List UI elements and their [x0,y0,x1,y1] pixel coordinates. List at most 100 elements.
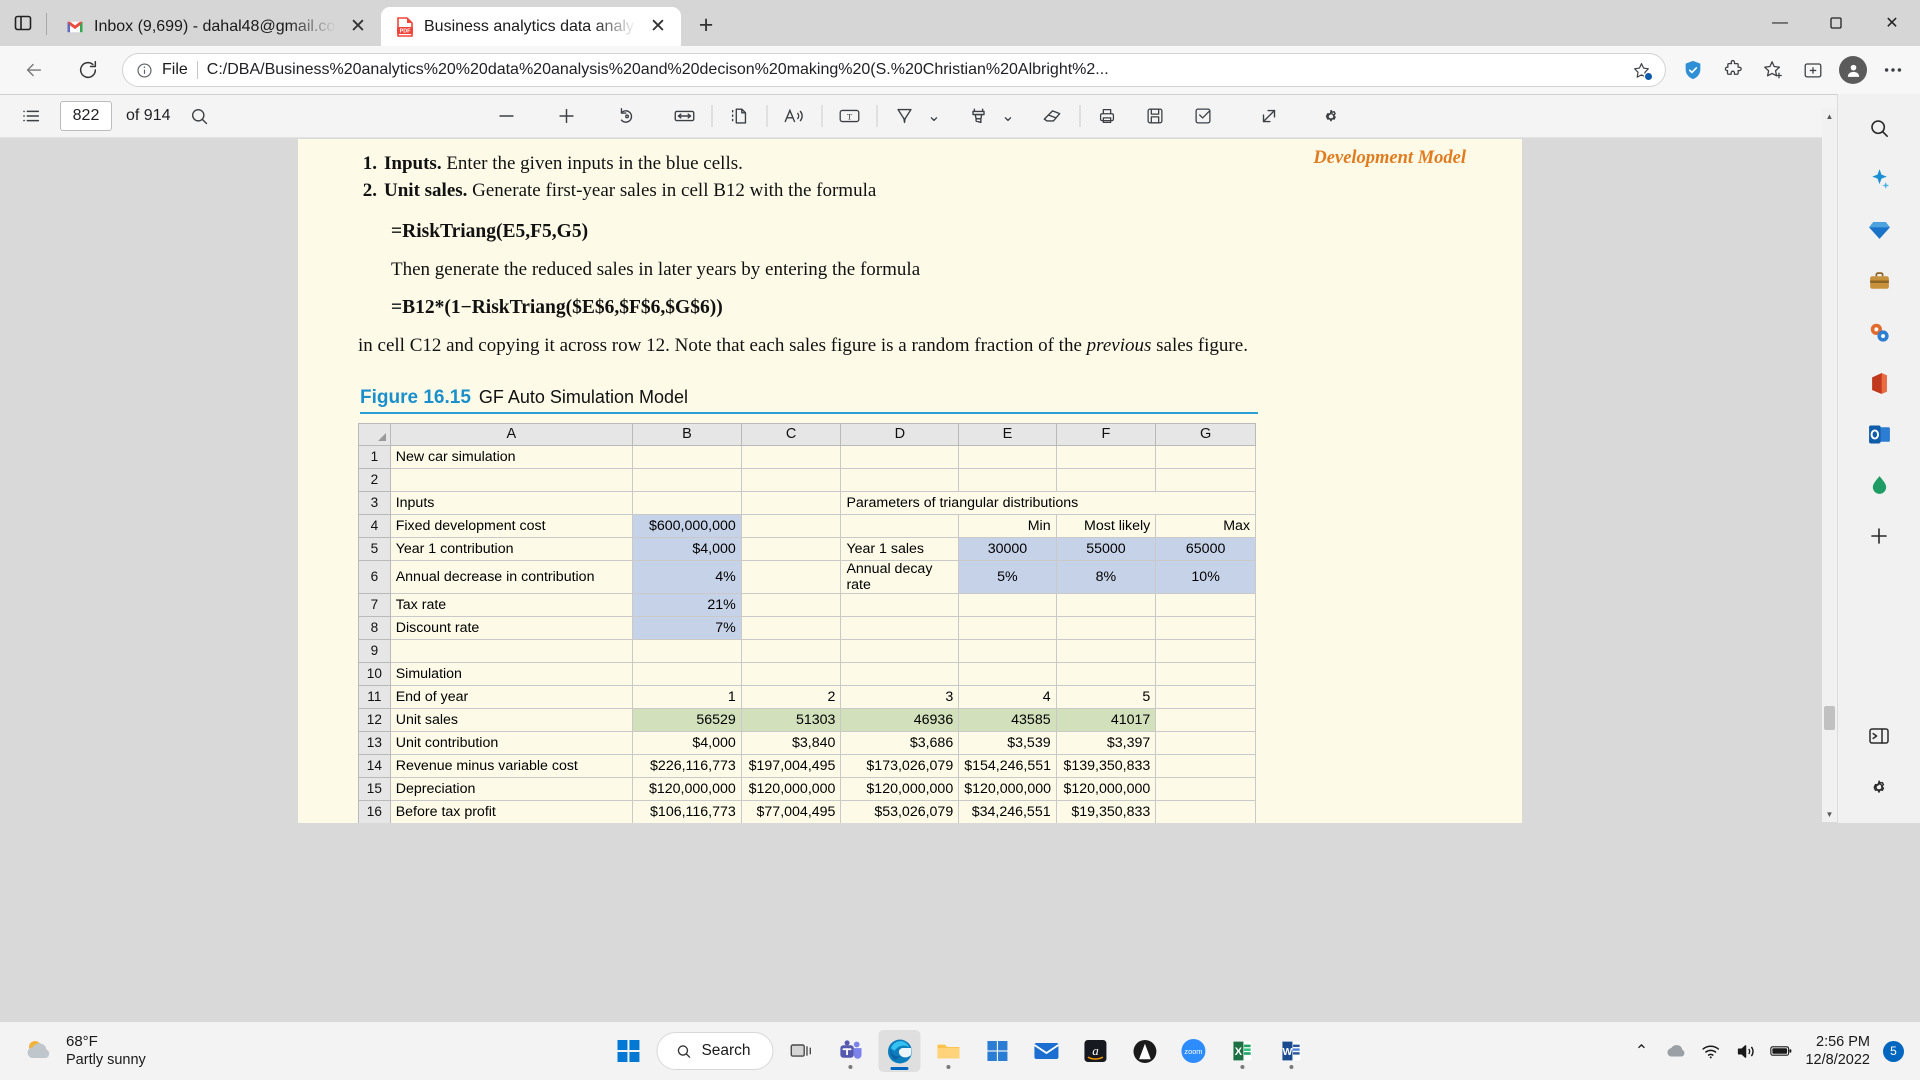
cell-d3[interactable]: Parameters of triangular distributions [840,490,1256,515]
cell-e7[interactable] [958,592,1057,617]
shopping-gem-icon[interactable] [1857,208,1901,252]
browser-tab-gmail[interactable]: Inbox (9,699) - dahal48@gmail.com ✕ [51,7,381,46]
row-number[interactable]: 4 [358,513,391,538]
cell-c11[interactable]: 2 [740,684,842,709]
fullscreen-icon[interactable] [1252,99,1286,133]
cell-b12[interactable]: 56529 [632,707,742,732]
row-number[interactable]: 1 [358,444,391,469]
page-view-icon[interactable] [722,99,756,133]
cell-f8[interactable] [1055,615,1157,640]
cell-e1[interactable] [958,444,1057,469]
outlook-icon[interactable] [1857,412,1901,456]
reload-icon[interactable] [68,50,108,90]
cell-f15[interactable]: $120,000,000 [1055,776,1157,801]
mail-icon[interactable] [1026,1030,1068,1072]
cell-g7[interactable] [1155,592,1256,617]
cell-f13[interactable]: $3,397 [1055,730,1157,755]
cell-f9[interactable] [1055,638,1157,663]
cell-b16[interactable]: $106,116,773 [632,799,742,823]
highlighter-icon[interactable] [961,99,995,133]
cell-g15[interactable] [1155,776,1256,801]
cell-a7[interactable]: Tax rate [389,592,634,617]
row-number[interactable]: 13 [358,730,391,755]
cell-b10[interactable] [632,661,742,686]
cell-a4[interactable]: Fixed development cost [389,513,634,538]
browser-tab-pdf[interactable]: PDF Business analytics data analysis and… [381,7,681,46]
cell-c9[interactable] [740,638,842,663]
add-icon[interactable] [1857,514,1901,558]
cell-g2[interactable] [1155,467,1256,492]
row-number[interactable]: 11 [358,684,391,709]
cloud-icon[interactable] [1665,1040,1687,1062]
column-header-f[interactable]: F [1055,422,1157,446]
office-icon[interactable] [1857,361,1901,405]
cell-f11[interactable]: 5 [1055,684,1157,709]
cell-b3[interactable] [632,490,742,515]
cell-b11[interactable]: 1 [632,684,742,709]
cell-e15[interactable]: $120,000,000 [958,776,1057,801]
search-icon[interactable] [182,99,216,133]
column-header-g[interactable]: G [1155,422,1256,446]
task-view-icon[interactable] [781,1030,823,1072]
cell-e9[interactable] [958,638,1057,663]
cell-b5[interactable]: $4,000 [632,536,742,561]
highlight-options-chevron-down-icon[interactable]: ⌄ [997,101,1019,131]
split-screen-icon[interactable] [1857,714,1901,758]
print-icon[interactable] [1090,99,1124,133]
row-number[interactable]: 10 [358,661,391,686]
save-icon[interactable] [1138,99,1172,133]
column-header-d[interactable]: D [840,422,960,446]
weather-widget[interactable]: 68°F Partly sunny [0,1033,320,1070]
cell-g8[interactable] [1155,615,1256,640]
vertical-scrollbar[interactable]: ▲ ▼ [1822,108,1837,822]
scrollbar-thumb[interactable] [1824,706,1835,730]
page-number-input[interactable]: 822 [60,101,112,131]
cell-e4[interactable]: Min [958,513,1057,538]
cell-d11[interactable]: 3 [840,684,960,709]
cell-g11[interactable] [1155,684,1256,709]
cell-e16[interactable]: $34,246,551 [958,799,1057,823]
column-header-c[interactable]: C [740,422,842,446]
start-icon[interactable] [607,1030,649,1072]
favorites-star-icon[interactable] [1754,51,1792,89]
excel-icon[interactable]: X [1222,1030,1264,1072]
row-number[interactable]: 5 [358,536,391,561]
word-icon[interactable]: W [1271,1030,1313,1072]
cell-a15[interactable]: Depreciation [389,776,634,801]
select-all-corner[interactable] [358,422,391,446]
cell-f16[interactable]: $19,350,833 [1055,799,1157,823]
cell-e13[interactable]: $3,539 [958,730,1057,755]
info-circle-icon[interactable] [135,61,153,79]
cell-c5[interactable] [740,536,842,561]
cell-c15[interactable]: $120,000,000 [740,776,842,801]
cell-b2[interactable] [632,467,742,492]
cell-a11[interactable]: End of year [389,684,634,709]
cell-f12[interactable]: 41017 [1055,707,1157,732]
column-header-b[interactable]: B [632,422,742,446]
cell-e5[interactable]: 30000 [958,536,1057,561]
cell-a12[interactable]: Unit sales [389,707,634,732]
volume-icon[interactable] [1735,1040,1757,1062]
tab-actions-icon[interactable] [0,0,46,46]
cell-c16[interactable]: $77,004,495 [740,799,842,823]
cell-c10[interactable] [740,661,842,686]
close-icon[interactable]: ✕ [645,14,671,40]
cell-e8[interactable] [958,615,1057,640]
cell-b4[interactable]: $600,000,000 [632,513,742,538]
cell-b14[interactable]: $226,116,773 [632,753,742,778]
draw-options-chevron-down-icon[interactable]: ⌄ [923,101,945,131]
cell-f2[interactable] [1055,467,1157,492]
cell-a2[interactable] [389,467,634,492]
cell-c3[interactable] [740,490,842,515]
cell-b9[interactable] [632,638,742,663]
amazon-icon[interactable]: a [1075,1030,1117,1072]
column-header-e[interactable]: E [958,422,1057,446]
back-icon[interactable] [14,50,54,90]
cell-a3[interactable]: Inputs [389,490,634,515]
settings-gear-icon[interactable] [1314,99,1348,133]
cell-d4[interactable] [840,513,960,538]
cell-f6[interactable]: 8% [1055,559,1157,594]
row-number[interactable]: 12 [358,707,391,732]
read-aloud-icon[interactable] [777,99,811,133]
cell-b7[interactable]: 21% [632,592,742,617]
